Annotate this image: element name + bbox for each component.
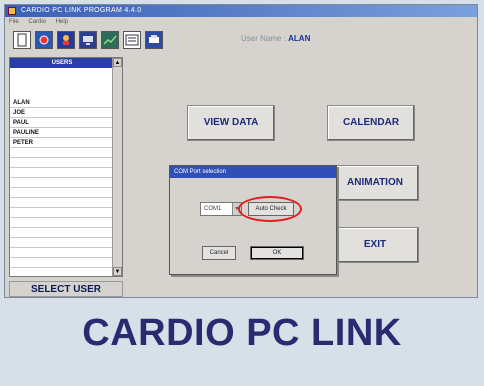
user-row-empty[interactable]	[10, 188, 114, 198]
users-header: USERS	[10, 58, 114, 68]
select-user-button[interactable]: SELECT USER	[9, 281, 123, 297]
user-row-paul[interactable]: PAUL	[10, 118, 114, 128]
com-port-select[interactable]: COM1 ▼	[200, 202, 242, 216]
menu-bar: File Cardio Help	[5, 17, 477, 27]
users-list[interactable]: USERS ALAN JOE PAUL PAULINE PETER ▲ ▼	[9, 57, 123, 277]
user-row-empty[interactable]	[10, 168, 114, 178]
heart-icon[interactable]	[57, 31, 75, 49]
user-row-empty[interactable]	[10, 248, 114, 258]
highlight-circle	[238, 196, 302, 222]
user-row-empty[interactable]	[10, 148, 114, 158]
user-name-value: ALAN	[288, 34, 311, 43]
user-row-empty[interactable]	[10, 158, 114, 168]
ok-button[interactable]: OK	[250, 246, 304, 260]
view-data-button[interactable]: VIEW DATA	[187, 105, 275, 141]
user-row-empty[interactable]	[10, 198, 114, 208]
menu-file[interactable]: File	[9, 19, 19, 25]
app-icon	[8, 7, 16, 15]
product-banner: CARDIO PC LINK	[82, 312, 402, 354]
user-row-empty[interactable]	[10, 208, 114, 218]
print-icon[interactable]	[145, 31, 163, 49]
com-port-value: COM1	[204, 206, 222, 212]
user-row-empty[interactable]	[10, 218, 114, 228]
monitor-icon[interactable]	[79, 31, 97, 49]
user-name-label: User Name :	[241, 34, 286, 43]
user-row-empty[interactable]	[10, 178, 114, 188]
toolbar: User Name : ALAN	[13, 31, 473, 55]
exit-button[interactable]: EXIT	[331, 227, 419, 263]
title-bar: CARDIO PC LINK PROGRAM 4.4.0	[5, 5, 477, 17]
user-row-joe[interactable]: JOE	[10, 108, 114, 118]
app-window: CARDIO PC LINK PROGRAM 4.4.0 File Cardio…	[4, 4, 478, 298]
user-row-pauline[interactable]: PAULINE	[10, 128, 114, 138]
report-icon[interactable]	[123, 31, 141, 49]
user-row-peter[interactable]: PETER	[10, 138, 114, 148]
user-row-alan[interactable]: ALAN	[10, 98, 114, 108]
menu-cardio[interactable]: Cardio	[28, 19, 46, 25]
settings-icon[interactable]	[35, 31, 53, 49]
page-background: CARDIO PC LINK PROGRAM 4.4.0 File Cardio…	[0, 0, 484, 386]
menu-help[interactable]: Help	[56, 19, 68, 25]
window-title: CARDIO PC LINK PROGRAM 4.4.0	[21, 7, 142, 14]
user-row-empty[interactable]	[10, 238, 114, 248]
users-scrollbar[interactable]: ▲ ▼	[112, 58, 122, 276]
user-row-empty[interactable]	[10, 258, 114, 268]
calendar-button[interactable]: CALENDAR	[327, 105, 415, 141]
cancel-button[interactable]: Cancel	[202, 246, 236, 260]
dialog-title: COM Port selection	[170, 166, 336, 178]
scroll-down-icon[interactable]: ▼	[113, 267, 122, 276]
user-row-empty[interactable]	[10, 228, 114, 238]
animation-button[interactable]: ANIMATION	[331, 165, 419, 201]
scroll-up-icon[interactable]: ▲	[113, 58, 122, 67]
new-document-icon[interactable]	[13, 31, 31, 49]
chart-icon[interactable]	[101, 31, 119, 49]
users-panel: USERS ALAN JOE PAUL PAULINE PETER ▲ ▼ SE…	[9, 57, 123, 297]
user-name-display: User Name : ALAN	[241, 34, 310, 43]
com-port-dialog: COM Port selection COM1 ▼ Auto Check Can…	[169, 165, 337, 275]
